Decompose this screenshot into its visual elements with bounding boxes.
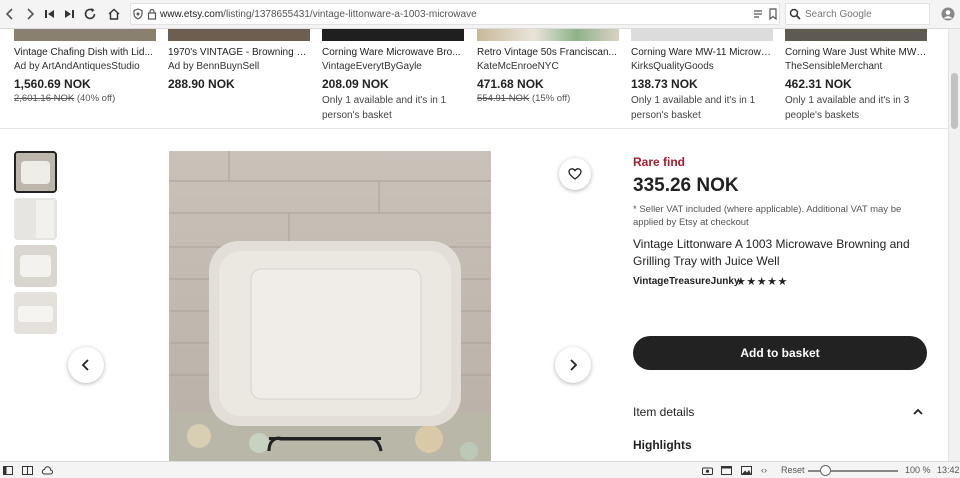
related-card[interactable]: Corning Ware Microwave Bro... VintageEve…	[322, 29, 464, 129]
chevron-left-icon	[81, 359, 89, 371]
card-availability: Only 1 available and it's in 1 person's …	[631, 95, 756, 121]
capture-icon[interactable]	[702, 466, 713, 475]
tray-angle-image	[14, 292, 57, 334]
tray-photo	[169, 151, 491, 461]
clock: 13:42	[937, 465, 960, 475]
scrollbar-thumb[interactable]	[951, 73, 958, 129]
card-old-price: 2,601.16 NOK	[14, 93, 75, 104]
card-shop: TheSensibleMerchant	[785, 61, 883, 72]
card-price: 138.73 NOK	[631, 77, 698, 91]
related-card[interactable]: Retro Vintage 50s Franciscan... KateMcEn…	[477, 29, 619, 129]
card-old-price-row: 554.91 NOK (15% off)	[477, 93, 570, 104]
browser-toolbar: www.etsy.com/listing/1378655431/vintage-…	[0, 0, 960, 29]
product-image[interactable]	[322, 29, 464, 41]
zoom-level: 100 %	[905, 465, 931, 475]
tray-side-image	[14, 198, 57, 240]
card-price: 288.90 NOK	[168, 77, 235, 91]
next-image-button[interactable]	[555, 347, 591, 383]
product-title: Vintage Littonware A 1003 Microwave Brow…	[633, 237, 910, 268]
product-price: 335.26 NOK	[633, 175, 739, 196]
cloud-icon[interactable]	[41, 466, 53, 475]
card-price: 208.09 NOK	[322, 77, 389, 91]
card-shop: Ad by BennBuynSell	[168, 61, 260, 72]
related-card[interactable]: 1970's VINTAGE - Browning sk... Ad by Be…	[168, 29, 310, 129]
product-image[interactable]	[477, 29, 619, 41]
url-path: /listing/1378655431/vintage-littonware-a…	[223, 9, 477, 20]
previous-image-button[interactable]	[68, 347, 104, 383]
main-product-image[interactable]	[169, 151, 491, 461]
card-old-price-row: 2,601.16 NOK (40% off)	[14, 93, 115, 104]
thumbnail-2[interactable]	[14, 198, 57, 240]
card-price: 1,560.69 NOK	[14, 77, 91, 91]
card-title[interactable]: Corning Ware Microwave Bro...	[322, 47, 464, 58]
url-text[interactable]: www.etsy.com/listing/1378655431/vintage-…	[160, 9, 477, 20]
product-image[interactable]	[14, 29, 156, 41]
card-price: 471.68 NOK	[477, 77, 544, 91]
card-discount: (15% off)	[531, 93, 571, 104]
lock-icon[interactable]	[142, 4, 162, 24]
card-discount: (40% off)	[76, 93, 116, 104]
card-title[interactable]: Vintage Chafing Dish with Lid...	[14, 47, 156, 58]
rewind-icon[interactable]	[40, 4, 60, 24]
shop-name-link[interactable]: VintageTreasureJunky	[633, 276, 740, 287]
search-icon[interactable]	[785, 4, 805, 24]
card-old-price: 554.91 NOK	[477, 93, 530, 104]
card-title[interactable]: Retro Vintage 50s Franciscan...	[477, 47, 619, 58]
tiling-icon[interactable]	[22, 466, 33, 475]
related-items-strip: Vintage Chafing Dish with Lid... Ad by A…	[0, 29, 948, 129]
product-image[interactable]	[785, 29, 927, 41]
fast-forward-icon[interactable]	[59, 4, 79, 24]
card-title[interactable]: Corning Ware Just White MW ...	[785, 47, 927, 58]
card-title[interactable]: 1970's VINTAGE - Browning sk...	[168, 47, 310, 58]
chevron-up-icon[interactable]	[912, 406, 924, 418]
favorite-button[interactable]	[559, 158, 591, 190]
panel-toggle-icon[interactable]	[3, 466, 13, 475]
back-icon[interactable]	[0, 4, 20, 24]
add-to-basket-button[interactable]: Add to basket	[633, 336, 927, 370]
thumbnail-3[interactable]	[14, 245, 57, 287]
card-price: 462.31 NOK	[785, 77, 852, 91]
search-placeholder: Search Google	[805, 9, 872, 20]
product-image[interactable]	[168, 29, 310, 41]
tray-thumbnail-image	[16, 153, 55, 191]
zoom-slider-handle[interactable]	[820, 465, 831, 476]
product-image[interactable]	[631, 29, 773, 41]
bookmark-icon[interactable]	[763, 4, 783, 24]
item-details-toggle[interactable]: Item details	[633, 405, 694, 419]
related-card[interactable]: Corning Ware MW-11 Microwa... KirksQuali…	[631, 29, 773, 129]
reload-icon[interactable]	[80, 4, 100, 24]
card-shop: KateMcEnroeNYC	[477, 61, 559, 72]
card-availability: Only 1 available and it's in 3 people's …	[785, 95, 910, 121]
highlights-heading: Highlights	[633, 438, 692, 452]
rare-find-badge: Rare find	[633, 155, 686, 169]
tab-icon[interactable]	[721, 466, 732, 475]
thumbnail-1[interactable]	[14, 151, 57, 193]
card-title[interactable]: Corning Ware MW-11 Microwa...	[631, 47, 773, 58]
vat-note: * Seller VAT included (where applicable)…	[633, 204, 902, 228]
card-availability: Only 1 available and it's in 1 person's …	[322, 95, 447, 121]
profile-icon[interactable]	[938, 4, 958, 24]
rating-stars[interactable]: ★★★★★	[736, 275, 788, 288]
zoom-reset-button[interactable]: Reset	[781, 465, 805, 475]
chevron-right-icon	[570, 359, 578, 371]
tray-top-image	[14, 245, 57, 287]
home-icon[interactable]	[104, 4, 124, 24]
image-icon[interactable]	[741, 466, 752, 475]
related-card[interactable]: Corning Ware Just White MW ... TheSensib…	[785, 29, 927, 129]
related-card[interactable]: Vintage Chafing Dish with Lid... Ad by A…	[14, 29, 156, 129]
heart-icon	[568, 168, 582, 180]
thumbnail-4[interactable]	[14, 292, 57, 334]
card-shop: KirksQualityGoods	[631, 61, 714, 72]
code-icon[interactable]: ‹›	[761, 465, 767, 475]
vertical-scrollbar[interactable]	[948, 29, 960, 461]
browser-statusbar: ‹› Reset 100 % 13:42	[0, 461, 960, 478]
forward-icon[interactable]	[20, 4, 40, 24]
url-domain: www.etsy.com	[160, 9, 224, 20]
card-shop: Ad by ArtAndAntiquesStudio	[14, 61, 140, 72]
card-shop: VintageEverytByGayle	[322, 61, 422, 72]
